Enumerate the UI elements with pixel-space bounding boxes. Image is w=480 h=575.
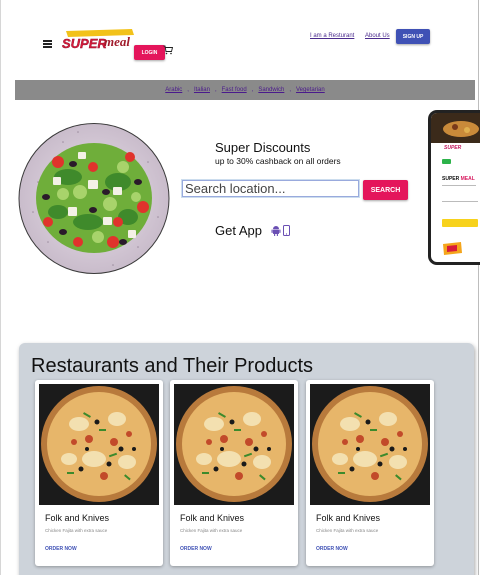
category-arabic[interactable]: Arabic [165,87,182,93]
restaurant-name: Folk and Knives [316,513,381,523]
product-description: Chicken Fajita with extra sauce [316,528,379,533]
pizza-image [310,384,430,505]
signup-button[interactable]: SIGN UP [396,29,430,44]
product-description: Chicken Fajita with extra sauce [45,528,108,533]
category-vegetarian[interactable]: Vegetarian [296,87,325,93]
category-bar: Arabic , Italian , Fast food , Sandwich … [15,80,475,100]
phone-brand: SUPER MEAL [442,176,475,182]
location-search-input[interactable] [181,179,360,198]
about-us-link[interactable]: About Us [365,33,390,39]
restaurant-signup-link[interactable]: I am a Resturant [310,33,354,39]
category-sandwich[interactable]: Sandwich [258,87,284,93]
pizza-image [39,384,159,505]
mobile-phone-icon[interactable] [283,225,290,236]
restaurants-section: Restaurants and Their Products Folk and … [19,343,474,575]
phone-food-image [443,121,479,137]
restaurant-name: Folk and Knives [180,513,245,523]
svg-text:meal: meal [104,34,130,49]
promo-title: Super Discounts [215,140,311,155]
app-phone-mockup: SUPER SUPER MEAL [428,110,480,265]
menu-icon[interactable] [43,40,52,48]
login-button[interactable]: LOGIN [134,45,165,60]
get-app-label: Get App [215,223,262,238]
category-italian[interactable]: Italian [194,87,210,93]
restaurants-title: Restaurants and Their Products [31,355,314,377]
phone-action-button [442,219,478,227]
phone-logo: SUPER [444,145,462,151]
order-now-button[interactable]: ORDER NOW [180,546,212,552]
restaurant-name: Folk and Knives [45,513,110,523]
pizza-image [174,384,294,505]
order-now-button[interactable]: ORDER NOW [45,546,77,552]
category-fast-food[interactable]: Fast food [222,87,247,93]
android-icon[interactable] [271,225,281,236]
cart-icon[interactable] [163,45,173,55]
product-description: Chicken Fajita with extra sauce [180,528,243,533]
promo-subtitle: up to 30% cashback on all orders [215,156,341,166]
salad-image [18,123,170,274]
phone-status-chip [442,159,451,164]
restaurant-card[interactable]: Folk and Knives Chicken Fajita with extr… [170,380,298,566]
svg-text:SUPER: SUPER [62,36,107,51]
search-button[interactable]: SEARCH [363,180,408,200]
restaurant-card[interactable]: Folk and Knives Chicken Fajita with extr… [306,380,434,566]
brand-logo[interactable]: SUPER meal [60,27,138,53]
restaurant-card[interactable]: Folk and Knives Chicken Fajita with extr… [35,380,163,566]
order-now-button[interactable]: ORDER NOW [316,546,348,552]
cashback-badge [443,242,462,255]
